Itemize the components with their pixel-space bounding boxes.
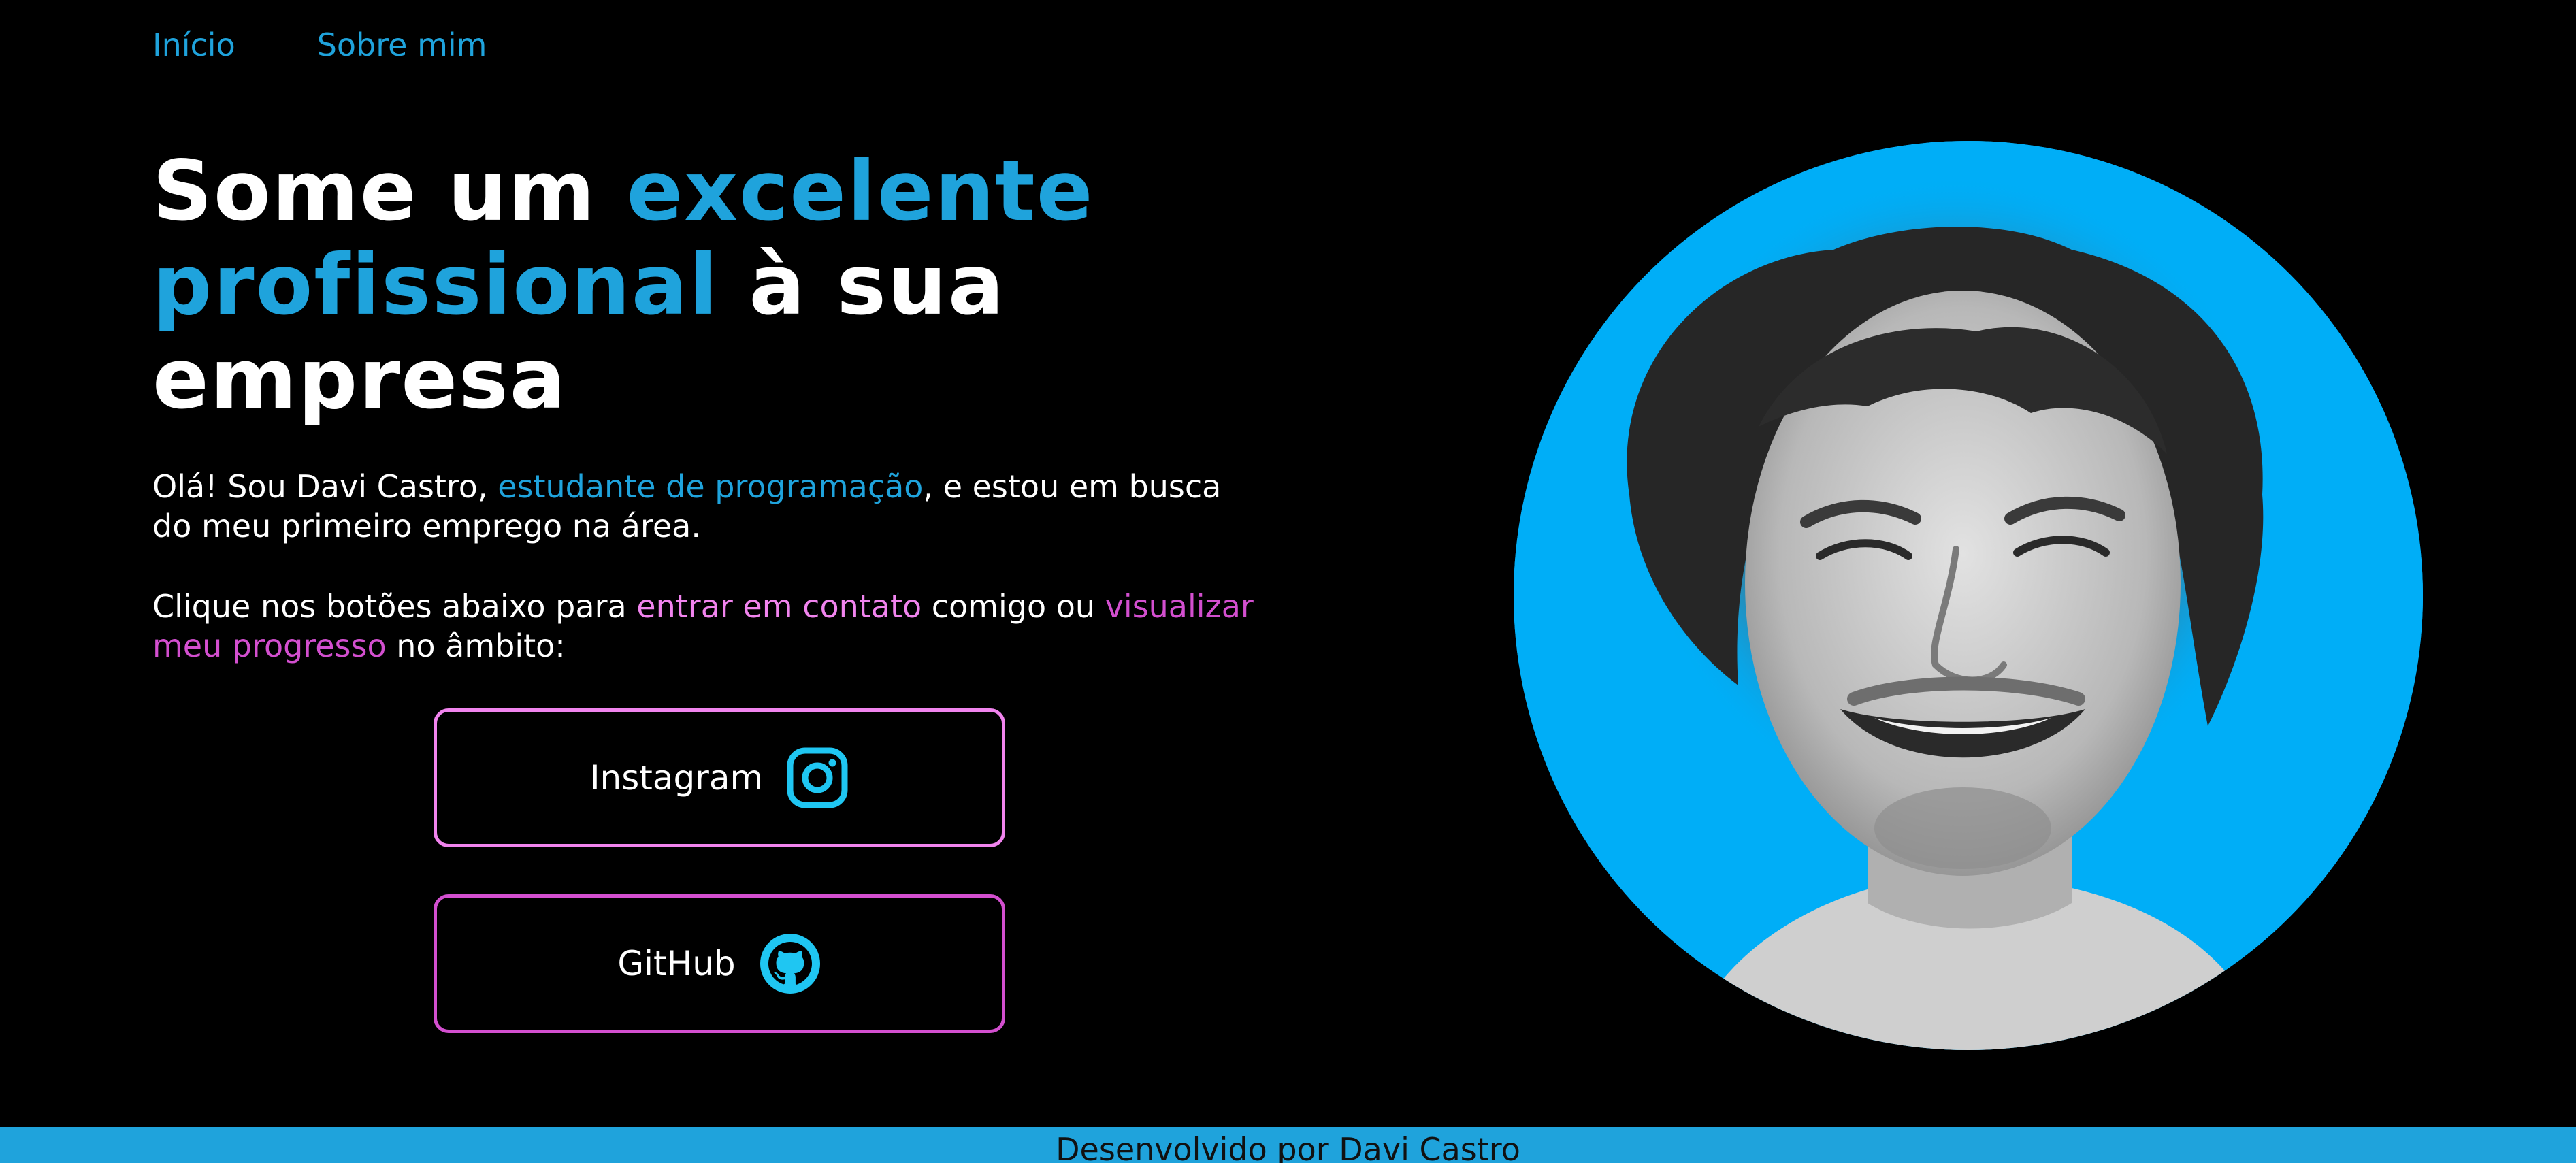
headline-accent-1: excelente xyxy=(626,143,1094,240)
cta-text-2: comigo ou xyxy=(922,588,1105,625)
instagram-icon xyxy=(786,747,849,809)
headline-text-2: à sua xyxy=(719,237,1006,333)
top-nav: Início Sobre mim xyxy=(152,23,487,67)
profile-photo xyxy=(1514,141,2423,1050)
intro-paragraph: Olá! Sou Davi Castro, estudante de progr… xyxy=(152,467,1269,546)
headline-accent-2: profissional xyxy=(152,237,719,333)
instagram-button-label: Instagram xyxy=(589,758,764,798)
intro-highlight: estudante de programação xyxy=(498,468,924,505)
headline-text-1: Some um xyxy=(152,143,627,240)
footer-bar: Desenvolvido por Davi Castro xyxy=(0,1127,2576,1163)
github-icon xyxy=(759,932,821,995)
cta-paragraph: Clique nos botões abaixo para entrar em … xyxy=(152,587,1269,666)
headline-text-3: empresa xyxy=(152,331,568,427)
footer-credit: Desenvolvido por Davi Castro xyxy=(1056,1131,1520,1163)
cta-text-3: no âmbito: xyxy=(386,627,566,664)
cta-text-1: Clique nos botões abaixo para xyxy=(152,588,637,625)
nav-link-inicio[interactable]: Início xyxy=(152,23,235,67)
instagram-button[interactable]: Instagram xyxy=(434,708,1005,847)
github-button[interactable]: GitHub xyxy=(434,894,1005,1033)
nav-link-sobre-mim[interactable]: Sobre mim xyxy=(317,23,487,67)
hero-headline: Some um excelente profissional à sua empre… xyxy=(152,144,1241,426)
profile-photo-illustration xyxy=(1514,141,2423,1050)
intro-text-1: Olá! Sou Davi Castro, xyxy=(152,468,498,505)
cta-highlight-contact: entrar em contato xyxy=(636,588,922,625)
github-button-label: GitHub xyxy=(617,944,736,983)
